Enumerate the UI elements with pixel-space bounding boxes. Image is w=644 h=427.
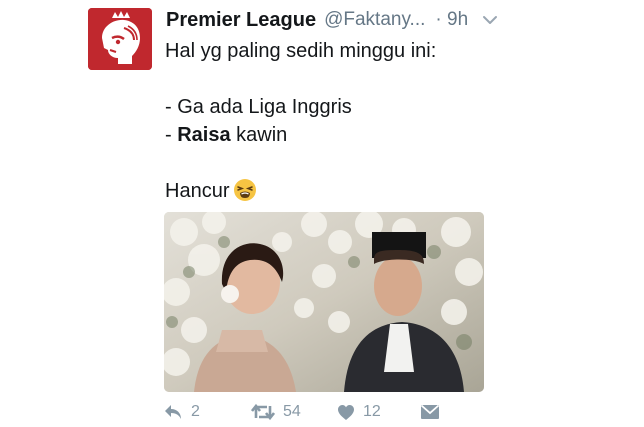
tweet-line-2: - Ga ada Liga Inggris bbox=[165, 96, 352, 118]
tweet-line-4-text: Hancur bbox=[165, 180, 230, 202]
reply-icon bbox=[165, 405, 181, 419]
author-name[interactable]: Premier League bbox=[166, 9, 316, 32]
wedding-photo bbox=[164, 212, 484, 392]
chevron-down-icon bbox=[483, 16, 498, 24]
tweet-actions: 2 54 12 bbox=[163, 400, 463, 424]
tweet-line-3-prefix: - bbox=[165, 124, 178, 146]
premier-league-lion-logo bbox=[88, 8, 152, 70]
author-handle[interactable]: @Faktany... bbox=[324, 9, 425, 31]
tweet-line-3: - Raisa kawin bbox=[165, 121, 615, 149]
like-count: 12 bbox=[363, 403, 381, 420]
tweet-image[interactable] bbox=[164, 212, 484, 392]
reply-count: 2 bbox=[191, 403, 200, 420]
tweet-line-3-bold: Raisa bbox=[177, 124, 231, 146]
retweet-button[interactable]: 54 bbox=[251, 400, 301, 424]
tweet-text: Hal yg paling sedih minggu ini: - Ga ada… bbox=[165, 37, 615, 205]
timestamp[interactable]: · 9h bbox=[435, 9, 468, 31]
tweet-line-3-suffix: kawin bbox=[230, 124, 288, 146]
retweet-icon bbox=[251, 403, 275, 421]
direct-message-button[interactable] bbox=[420, 400, 440, 424]
tired-face-emoji bbox=[234, 179, 257, 201]
avatar[interactable] bbox=[88, 8, 152, 70]
tweet-line-4: Hancur bbox=[165, 177, 615, 205]
direct-message-icon bbox=[420, 404, 440, 419]
tweet-line-1: Hal yg paling sedih minggu ini: bbox=[165, 40, 437, 62]
like-button[interactable]: 12 bbox=[337, 400, 381, 424]
heart-icon bbox=[338, 404, 354, 420]
retweet-count: 54 bbox=[283, 403, 301, 420]
tweet-header: Premier League @Faktany... · 9h bbox=[166, 7, 626, 33]
more-menu-button[interactable] bbox=[482, 9, 504, 31]
tweet[interactable]: Premier League @Faktany... · 9h Hal yg p… bbox=[0, 0, 644, 427]
reply-button[interactable]: 2 bbox=[163, 400, 200, 424]
